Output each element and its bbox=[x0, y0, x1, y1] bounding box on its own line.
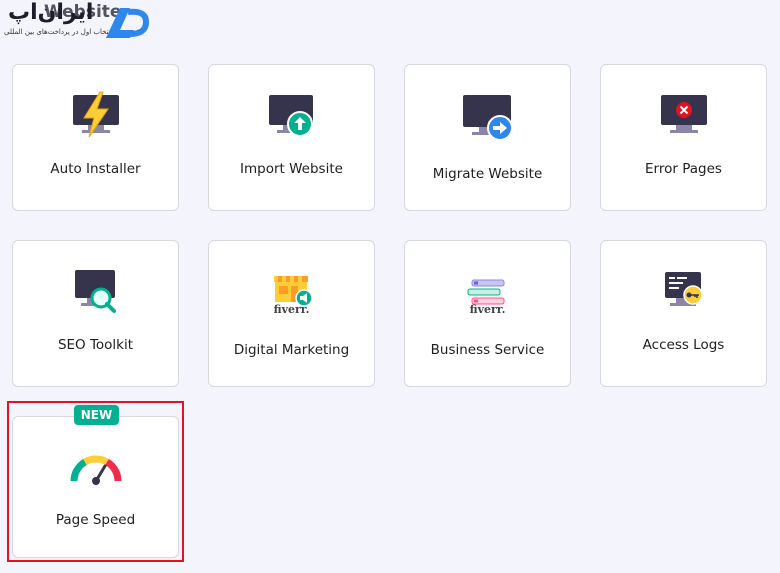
key-monitor-icon bbox=[656, 263, 712, 319]
fiverr-logo: fiverr. bbox=[273, 303, 310, 316]
tool-label: Business Service bbox=[430, 342, 545, 358]
watermark-logo: Website ایران‌اپ انتخاب اول در پرداخت‌ها… bbox=[0, 0, 160, 44]
tool-card-business-service[interactable]: fiverr. Business Service bbox=[404, 240, 571, 387]
tool-label: Error Pages bbox=[645, 161, 722, 177]
error-monitor-icon bbox=[656, 87, 712, 143]
brand-mark-icon bbox=[106, 8, 150, 38]
new-badge: NEW bbox=[74, 405, 119, 425]
tool-card-error-pages[interactable]: Error Pages bbox=[600, 64, 767, 211]
tool-card-digital-marketing[interactable]: fiverr. Digital Marketing bbox=[208, 240, 375, 387]
tool-label: Import Website bbox=[240, 161, 343, 177]
watermark-brand-fa: ایران‌اپ bbox=[8, 0, 94, 25]
watermark-tagline: انتخاب اول در پرداخت‌های بین المللی bbox=[4, 28, 113, 36]
tool-label: SEO Toolkit bbox=[57, 337, 134, 353]
tool-label: Access Logs bbox=[642, 337, 725, 353]
tool-card-seo-toolkit[interactable]: SEO Toolkit bbox=[12, 240, 179, 387]
migrate-monitor-icon bbox=[460, 89, 516, 145]
upload-monitor-icon bbox=[264, 87, 320, 143]
tool-card-import-website[interactable]: Import Website bbox=[208, 64, 375, 211]
highlight-frame bbox=[7, 401, 184, 562]
tool-label: Auto Installer bbox=[50, 161, 141, 177]
tool-card-auto-installer[interactable]: Auto Installer bbox=[12, 64, 179, 211]
search-monitor-icon bbox=[68, 263, 124, 319]
tool-card-access-logs[interactable]: Access Logs bbox=[600, 240, 767, 387]
fiverr-logo: fiverr. bbox=[469, 303, 506, 316]
hosting-tools-page: Website ایران‌اپ انتخاب اول در پرداخت‌ها… bbox=[0, 0, 780, 573]
tool-label: Digital Marketing bbox=[233, 342, 350, 358]
lightning-monitor-icon bbox=[68, 87, 124, 143]
tool-label: Migrate Website bbox=[432, 166, 543, 182]
tool-card-migrate-website[interactable]: Migrate Website bbox=[404, 64, 571, 211]
